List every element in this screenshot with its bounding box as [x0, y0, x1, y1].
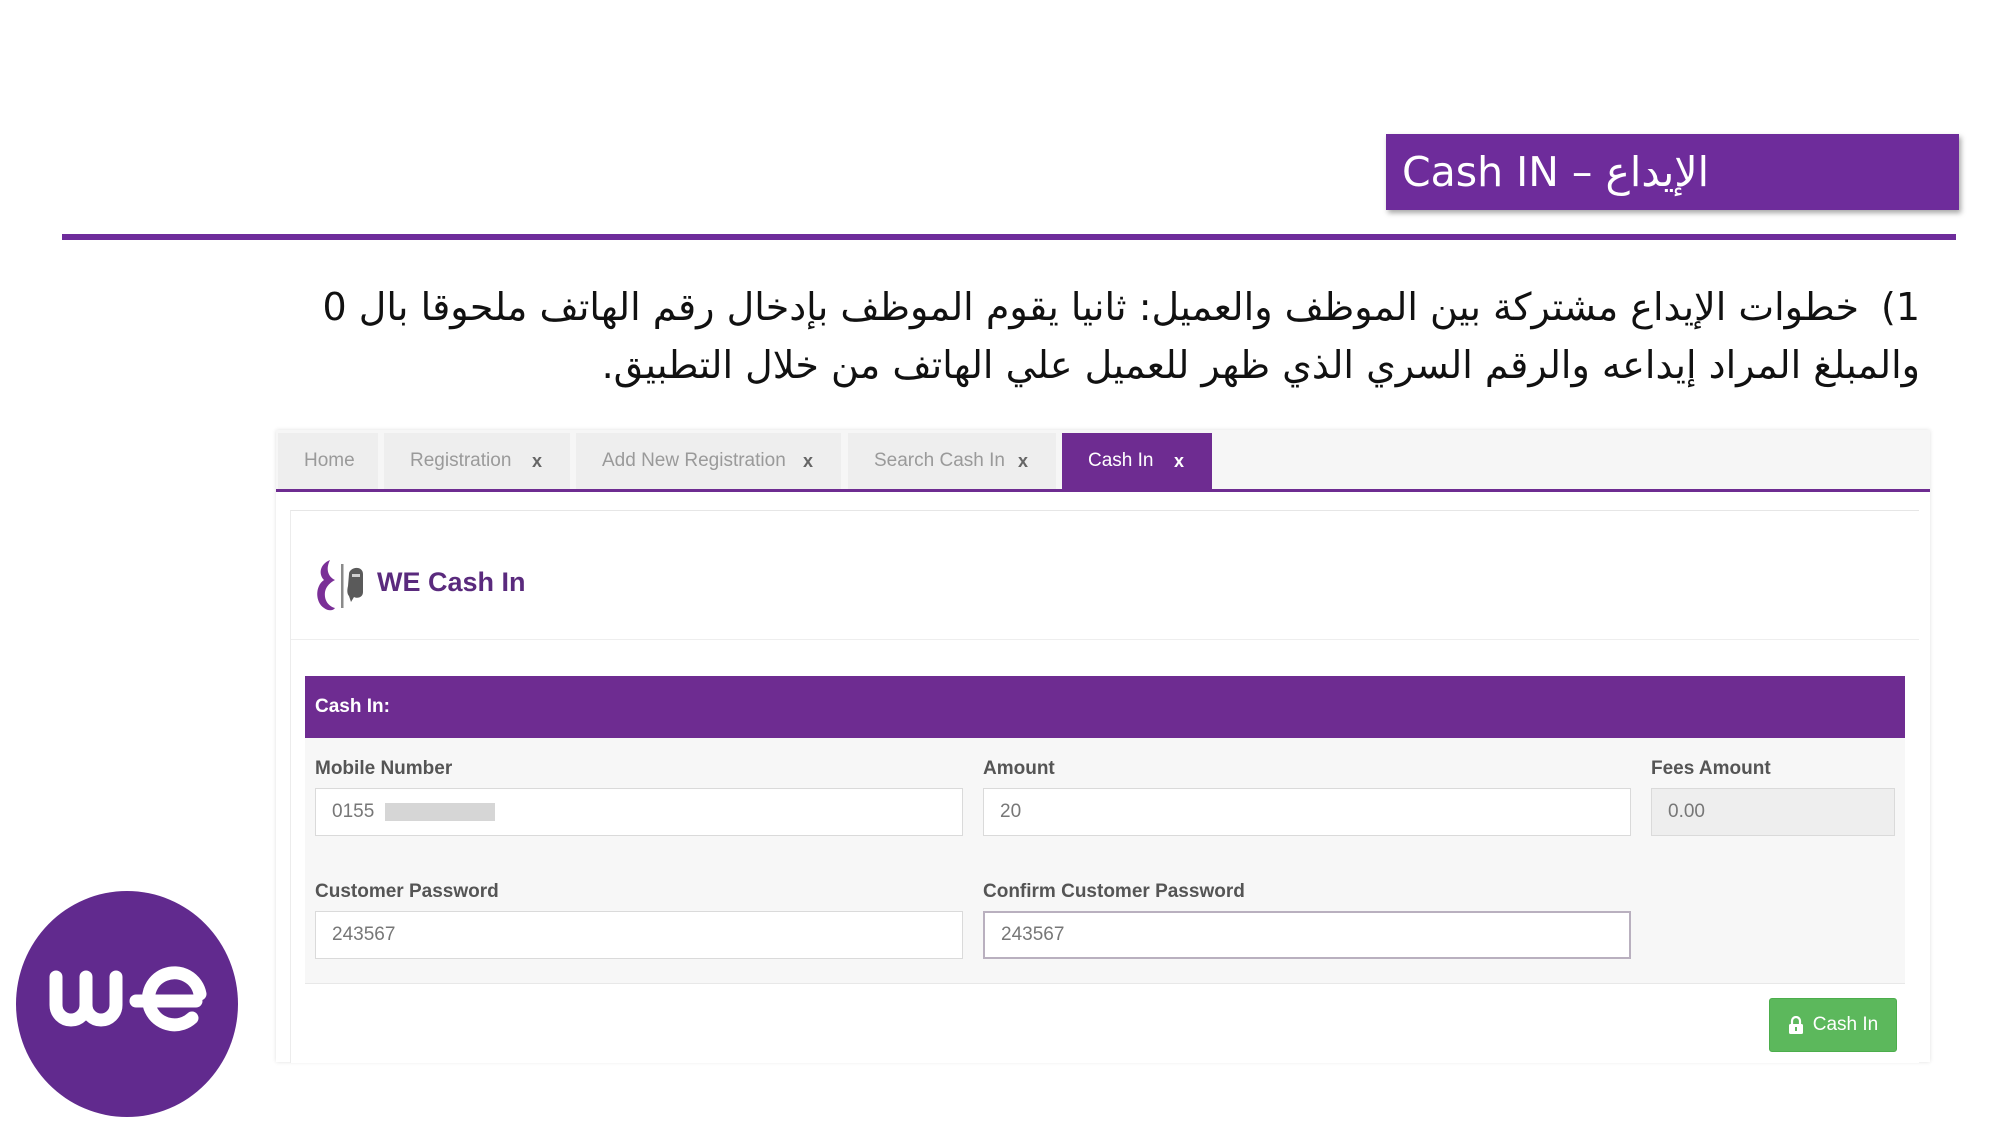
- tab-registration-label: Registration: [410, 450, 512, 471]
- tab-add-new-registration[interactable]: Add New Registration x: [576, 433, 841, 489]
- cash-in-button[interactable]: Cash In: [1769, 998, 1897, 1052]
- tab-home[interactable]: Home: [278, 433, 378, 489]
- title-divider: [62, 234, 1956, 240]
- slide-title: Cash IN – الإيداع: [1386, 134, 1959, 210]
- section-header: Cash In:: [305, 676, 1905, 738]
- app-title: WE Cash In: [377, 567, 526, 597]
- we-logo-icon: [317, 560, 363, 611]
- tab-home-label: Home: [304, 450, 355, 471]
- tab-search-cash-in[interactable]: Search Cash In x: [848, 433, 1056, 489]
- tab-cash-in-label: Cash In: [1088, 450, 1154, 471]
- cash-in-form: Mobile Number Amount Fees Amount Custome…: [305, 738, 1905, 983]
- app-header: WE Cash In: [291, 511, 1919, 640]
- redacted-digits: [385, 803, 495, 821]
- section-title: Cash In:: [315, 696, 390, 717]
- form-divider: [305, 983, 1905, 984]
- tab-registration[interactable]: Registration x: [384, 433, 570, 489]
- we-logo-glyph: [49, 966, 207, 1032]
- instruction-text: خطوات الإيداع مشتركة بين الموظف والعميل:…: [322, 285, 1920, 387]
- instruction-paragraph: 1)خطوات الإيداع مشتركة بين الموظف والعمي…: [240, 278, 1920, 394]
- fees-amount-label: Fees Amount: [1651, 758, 1771, 779]
- lock-icon: [1788, 1016, 1803, 1034]
- cash-in-button-label: Cash In: [1812, 1014, 1879, 1035]
- tab-search-cash-in-label: Search Cash In: [874, 450, 1005, 471]
- customer-password-input[interactable]: [315, 911, 963, 959]
- tab-cash-in-close[interactable]: x: [1174, 451, 1184, 472]
- tab-cash-in[interactable]: Cash In x: [1062, 433, 1212, 489]
- amount-input[interactable]: [983, 788, 1631, 836]
- slide-title-text: Cash IN – الإيداع: [1402, 148, 1710, 196]
- confirm-password-input[interactable]: [983, 911, 1631, 959]
- tab-registration-close[interactable]: x: [532, 451, 542, 472]
- customer-password-label: Customer Password: [315, 881, 499, 902]
- we-brand-logo: [16, 891, 238, 1117]
- fees-amount-input: [1651, 788, 1895, 836]
- cash-in-panel: WE Cash In Cash In: Mobile Number Amount…: [290, 510, 1919, 1063]
- mobile-number-label: Mobile Number: [315, 758, 453, 779]
- tab-bar: Home Registration x Add New Registration…: [276, 430, 1930, 492]
- amount-label: Amount: [983, 758, 1055, 779]
- step-number: 1): [1880, 285, 1920, 329]
- app-screenshot: Home Registration x Add New Registration…: [276, 430, 1930, 1063]
- tab-add-new-registration-label: Add New Registration: [602, 450, 786, 471]
- confirm-password-label: Confirm Customer Password: [983, 881, 1245, 902]
- tab-search-cash-in-close[interactable]: x: [1018, 451, 1028, 472]
- tab-add-new-registration-close[interactable]: x: [803, 451, 813, 472]
